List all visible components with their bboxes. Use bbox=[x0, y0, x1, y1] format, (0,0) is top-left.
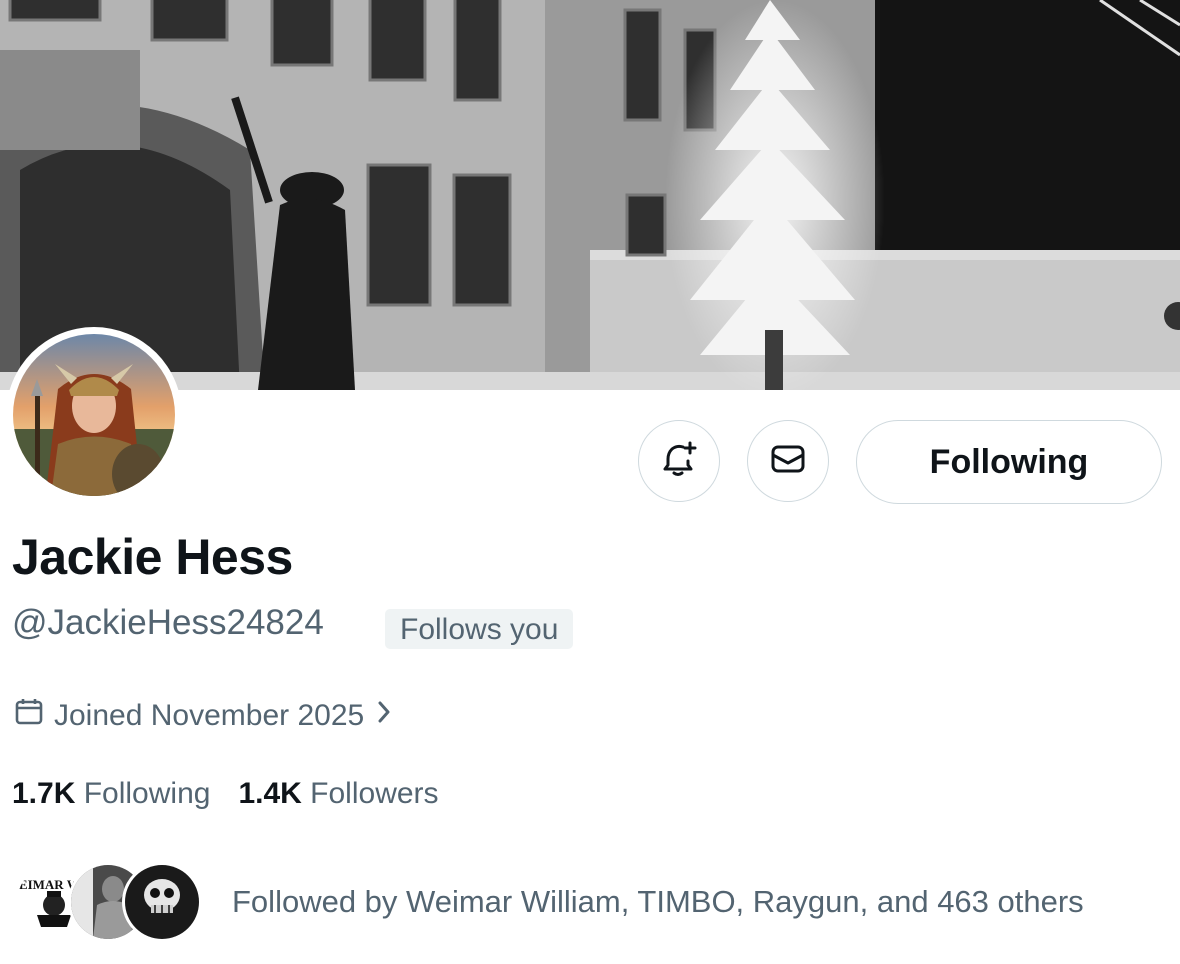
profile-banner[interactable] bbox=[0, 0, 1180, 390]
following-button-label: Following bbox=[929, 442, 1089, 481]
follower-avatar-raygun bbox=[122, 862, 202, 942]
follows-you-badge: Follows you bbox=[385, 609, 574, 649]
bell-plus-icon bbox=[659, 439, 699, 484]
notifications-button[interactable] bbox=[638, 420, 720, 502]
message-button[interactable] bbox=[747, 420, 829, 502]
avatar-image bbox=[13, 334, 175, 496]
follow-stats: 1.7K Following 1.4K Followers bbox=[12, 777, 439, 811]
profile-avatar[interactable] bbox=[6, 327, 182, 503]
username-handle: @JackieHess24824 bbox=[12, 603, 324, 642]
followed-by-text: Followed by Weimar William, TIMBO, Raygu… bbox=[232, 884, 1084, 919]
followers-label: Followers bbox=[310, 777, 439, 810]
joined-date-text: Joined November 2025 bbox=[54, 699, 365, 732]
following-button[interactable]: Following bbox=[856, 420, 1162, 504]
followers-count: 1.4K bbox=[238, 777, 302, 810]
chevron-right-icon bbox=[376, 699, 392, 733]
calendar-icon bbox=[14, 697, 44, 735]
envelope-icon bbox=[768, 439, 808, 484]
following-stat[interactable]: 1.7K Following bbox=[12, 777, 210, 810]
following-count: 1.7K bbox=[12, 777, 76, 810]
followers-stat[interactable]: 1.4K Followers bbox=[238, 777, 438, 810]
joined-date-row[interactable]: Joined November 2025 bbox=[14, 697, 392, 735]
following-label: Following bbox=[83, 777, 211, 810]
display-name: Jackie Hess bbox=[12, 529, 293, 585]
followed-by-row[interactable]: WEIMAR WILL Followed by Weimar William, … bbox=[14, 862, 1084, 942]
